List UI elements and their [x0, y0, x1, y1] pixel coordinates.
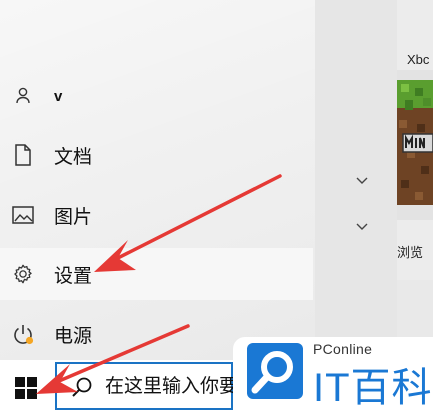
menu-item-label: 电源: [54, 325, 93, 347]
pconline-logo-icon: [247, 343, 303, 399]
document-icon: [10, 142, 36, 168]
browser-tile[interactable]: 浏览: [397, 220, 433, 280]
xbox-tile[interactable]: Xbc: [397, 0, 433, 70]
menu-item-label: 图片: [54, 206, 93, 228]
menu-item-documents[interactable]: 文档: [0, 129, 313, 181]
chevron-down-icon[interactable]: [355, 176, 369, 186]
minecraft-logo-icon: [397, 80, 433, 205]
xbox-tile-label: Xbc: [407, 52, 430, 67]
taskbar-search-box[interactable]: [55, 362, 235, 410]
menu-item-label: 设置: [54, 265, 93, 287]
minecraft-tile[interactable]: [397, 80, 433, 205]
menu-item-pictures[interactable]: 图片: [0, 189, 313, 241]
user-icon: [10, 83, 36, 109]
power-icon: [10, 321, 36, 347]
search-icon: [72, 377, 92, 397]
pictures-icon: [10, 202, 36, 228]
watermark-brand-large: IT百科: [313, 366, 433, 410]
menu-item-label: 文档: [54, 146, 93, 168]
chevron-down-icon[interactable]: [355, 222, 369, 232]
browser-tile-label: 浏览: [397, 245, 424, 260]
gear-icon: [10, 261, 36, 287]
watermark: PConline IT百科: [233, 337, 433, 416]
menu-item-settings[interactable]: 设置: [0, 248, 313, 300]
search-input[interactable]: [105, 374, 235, 400]
start-menu-panel: v 文档 图片 设置 电源: [0, 0, 315, 360]
user-name: v: [54, 87, 63, 105]
windows-logo-icon: [15, 377, 37, 399]
start-button[interactable]: [0, 360, 52, 416]
user-account-item[interactable]: v: [0, 70, 313, 122]
